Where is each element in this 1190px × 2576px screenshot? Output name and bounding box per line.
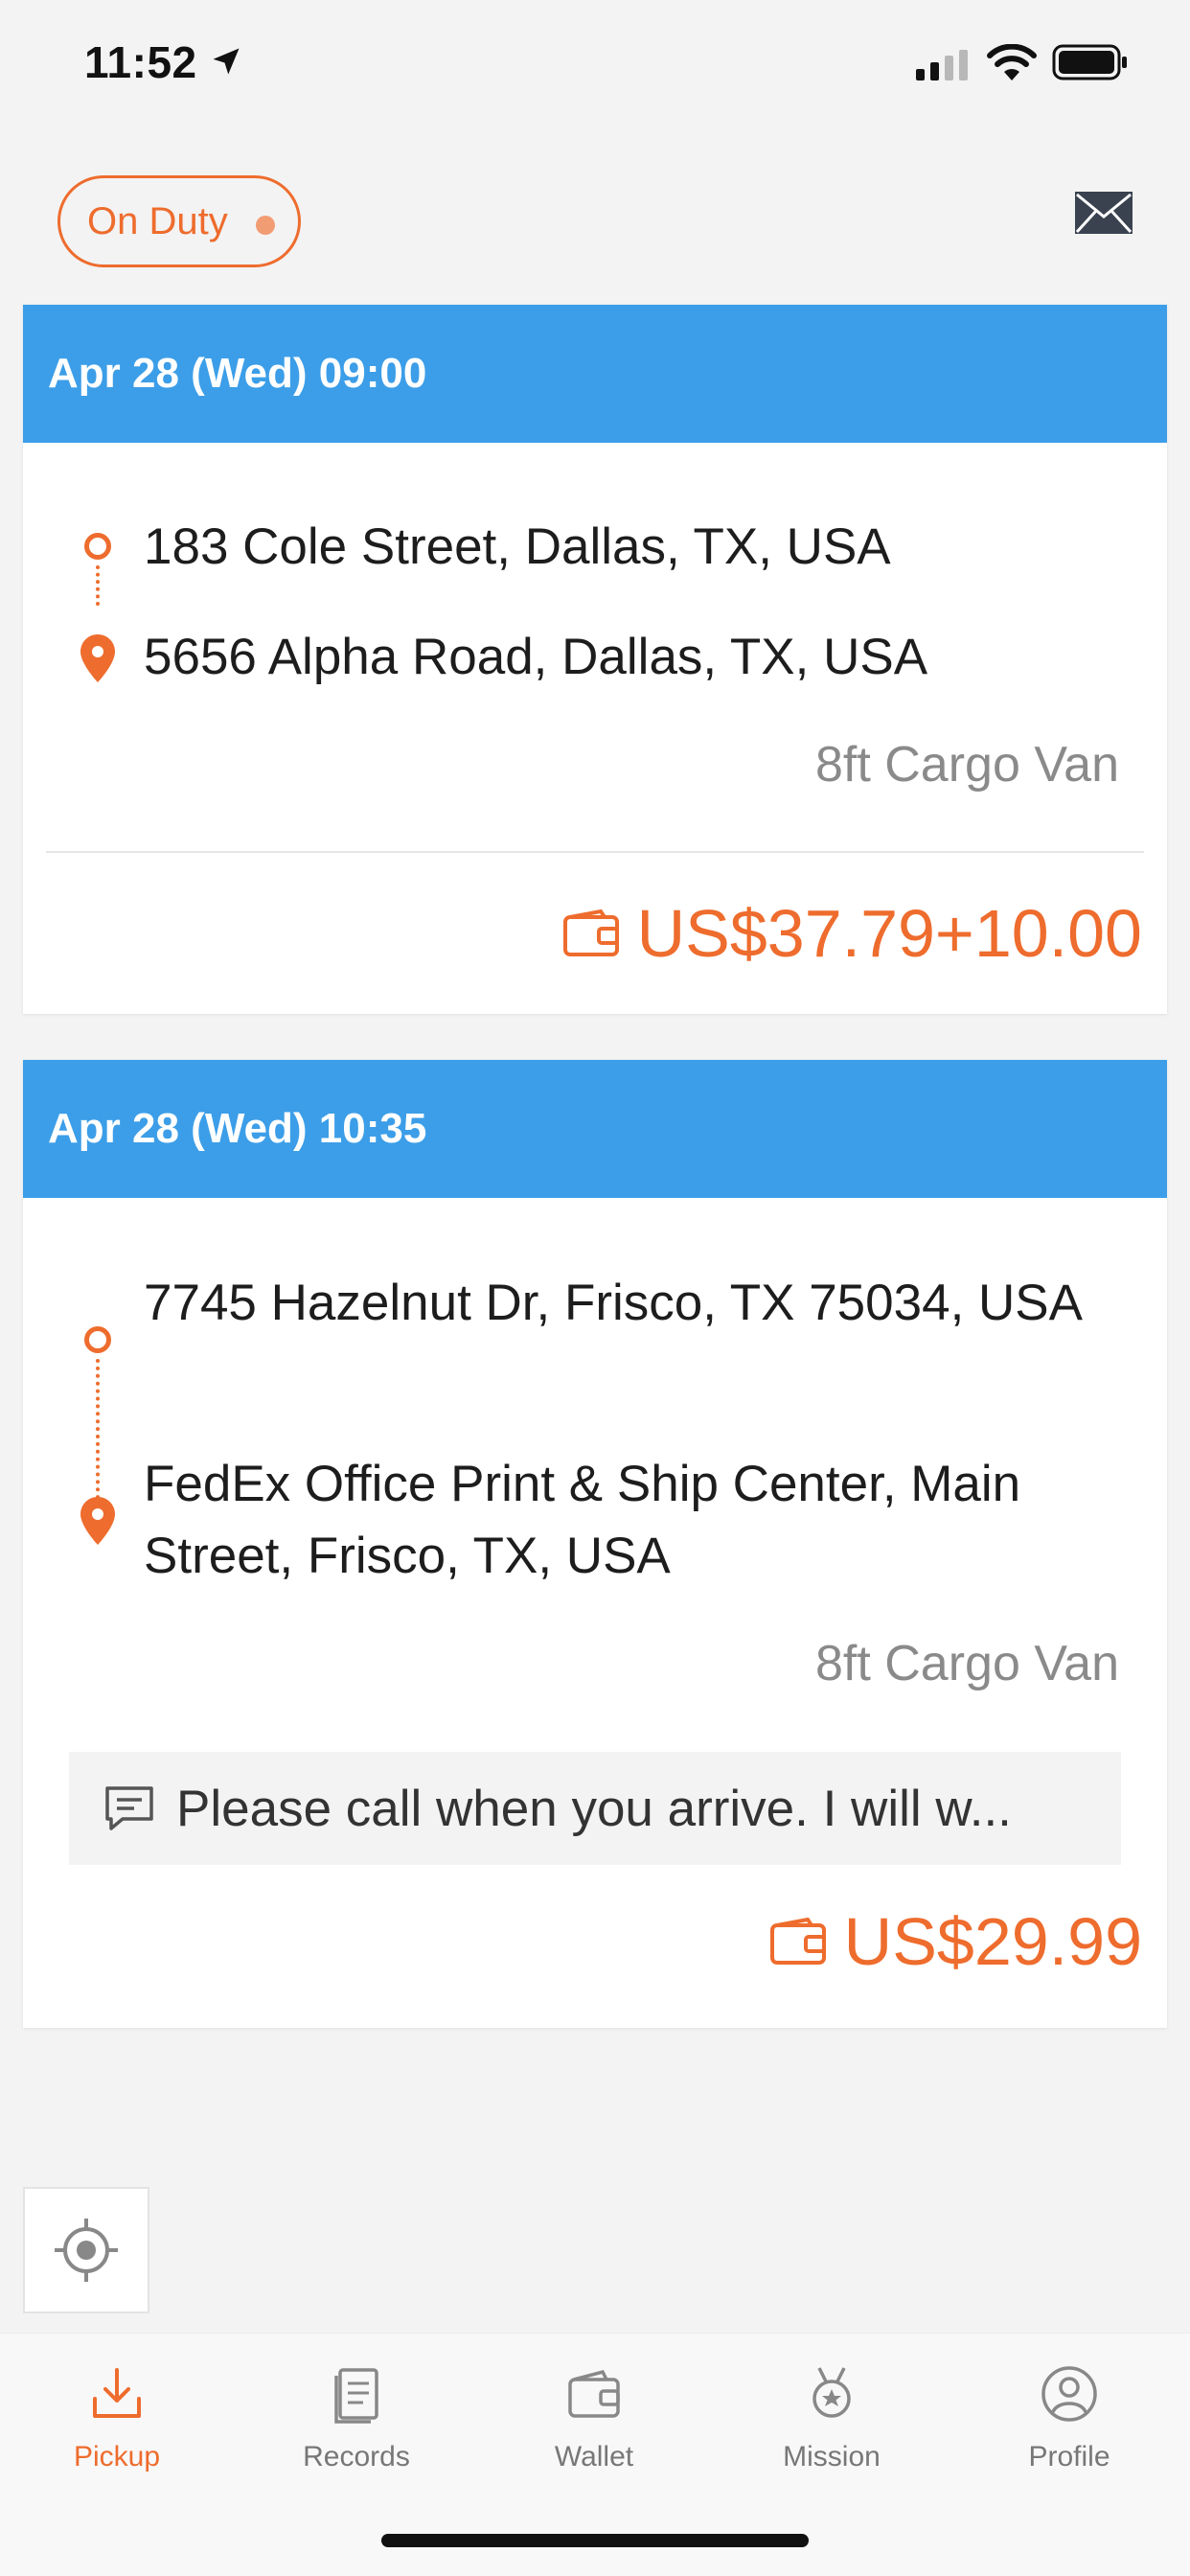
order-datetime: Apr 28 (Wed) 10:35	[23, 1060, 1167, 1198]
vehicle-type: 8ft Cargo Van	[814, 1636, 1119, 1691]
wallet-icon	[562, 909, 619, 956]
tab-wallet[interactable]: Wallet	[498, 2362, 690, 2473]
dropoff-address: 5656 Alpha Road, Dallas, TX, USA	[144, 629, 928, 685]
dropoff-address: FedEx Office Print & Ship Center, Main S…	[144, 1456, 1021, 1584]
price-row: US$37.79+10.00	[562, 895, 1142, 972]
cellular-signal-icon	[916, 50, 968, 80]
order-note: Please call when you arrive. I will w...	[69, 1752, 1121, 1865]
status-bar: 11:52	[0, 0, 1190, 134]
user-icon	[1041, 2366, 1097, 2422]
tab-label: Records	[303, 2441, 410, 2472]
order-datetime: Apr 28 (Wed) 09:00	[23, 305, 1167, 443]
tab-pickup[interactable]: Pickup	[21, 2362, 213, 2473]
pickup-marker-icon	[84, 1326, 111, 1353]
wifi-icon	[987, 44, 1037, 80]
duty-status-dot	[256, 216, 275, 235]
wallet-icon	[568, 2369, 620, 2418]
pickup-marker-icon	[84, 533, 111, 560]
crosshair-icon	[55, 2219, 118, 2282]
tab-mission[interactable]: Mission	[736, 2362, 927, 2473]
pickup-address: 183 Cole Street, Dallas, TX, USA	[144, 518, 891, 575]
on-duty-toggle[interactable]: On Duty	[57, 175, 301, 267]
tab-label: Mission	[783, 2441, 881, 2472]
note-text: Please call when you arrive. I will w...	[176, 1780, 1012, 1837]
status-time: 11:52	[84, 37, 197, 87]
duty-status-label: On Duty	[87, 199, 228, 242]
battery-icon	[1052, 44, 1127, 80]
document-icon	[334, 2368, 378, 2424]
divider	[46, 851, 1144, 853]
tab-label: Wallet	[554, 2441, 634, 2472]
order-price: US$29.99	[843, 1904, 1142, 1979]
mail-icon[interactable]	[1075, 192, 1133, 234]
download-icon	[93, 2368, 141, 2418]
tab-label: Pickup	[73, 2441, 161, 2472]
order-card[interactable]: Apr 28 (Wed) 10:35 7745 Hazelnut Dr, Fri…	[23, 1060, 1167, 2028]
dropoff-pin-icon	[80, 634, 115, 682]
location-arrow-icon	[213, 48, 240, 75]
wallet-icon	[769, 1918, 826, 1965]
tab-label: Profile	[1028, 2441, 1110, 2472]
vehicle-type: 8ft Cargo Van	[814, 737, 1119, 793]
tab-records[interactable]: Records	[261, 2362, 452, 2473]
order-card[interactable]: Apr 28 (Wed) 09:00 183 Cole Street, Dall…	[23, 305, 1167, 1014]
order-price: US$37.79+10.00	[636, 896, 1142, 971]
home-indicator[interactable]	[381, 2534, 809, 2547]
tab-profile[interactable]: Profile	[973, 2362, 1165, 2473]
price-row: US$29.99	[769, 1903, 1142, 1980]
pickup-address: 7745 Hazelnut Dr, Frisco, TX 75034, USA	[144, 1275, 1084, 1331]
route-line	[96, 565, 100, 606]
message-icon	[105, 1786, 153, 1830]
locate-me-button[interactable]	[23, 2187, 149, 2313]
medal-icon	[812, 2367, 851, 2418]
dropoff-pin-icon	[80, 1497, 115, 1545]
